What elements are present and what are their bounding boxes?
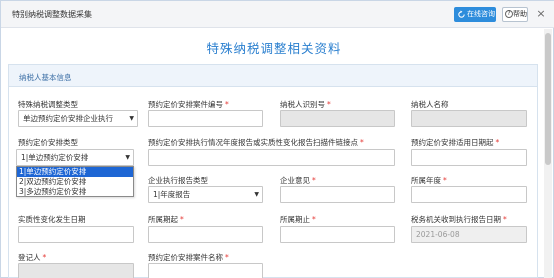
title-bar: 特别纳税调整数据采集 在线咨询 ? 帮助 ×	[1, 1, 554, 28]
report-type-select[interactable]: 1|年度报告 ▼	[148, 186, 263, 203]
question-icon: ?	[505, 10, 513, 18]
scan-link-label: 预约定价安排执行情况年度报告或实质性变化报告扫描件链接点 *	[148, 138, 364, 147]
online-consult-label: 在线咨询	[467, 10, 495, 18]
chevron-down-icon: ▼	[254, 191, 259, 198]
year-input[interactable]	[411, 186, 527, 203]
year-label: 所属年度 *	[411, 176, 447, 185]
registrant-input[interactable]	[18, 263, 134, 278]
refresh-icon	[458, 10, 465, 18]
receive-date-value: 2021-06-08	[416, 230, 460, 239]
period-end-input[interactable]	[280, 226, 395, 243]
case-no-input[interactable]	[148, 110, 263, 127]
apa-type-value: 1|单边预约定价安排	[21, 153, 89, 162]
dropdown-option[interactable]: 2|双边预约定价安排	[17, 177, 133, 187]
help-label: 帮助	[513, 10, 527, 18]
adjust-type-value: 单边预约定价安排企业执行	[23, 114, 113, 123]
close-button[interactable]: ×	[535, 8, 547, 20]
online-consult-button[interactable]: 在线咨询	[454, 7, 496, 22]
apa-type-label: 预约定价安排类型	[18, 138, 78, 147]
scrollbar-thumb[interactable]	[545, 33, 551, 165]
case-name-input[interactable]	[148, 263, 263, 278]
receive-date-input[interactable]: 2021-06-08	[411, 226, 527, 243]
scan-link-input[interactable]	[148, 149, 395, 166]
case-name-label: 预约定价安排案件名称 *	[148, 253, 229, 262]
opinion-label: 企业意见 *	[280, 176, 316, 185]
dropdown-option[interactable]: 1|单边预约定价安排	[17, 167, 133, 177]
opinion-input[interactable]	[280, 186, 395, 203]
taxpayer-name-input[interactable]	[411, 110, 527, 127]
chevron-down-icon: ▼	[129, 115, 134, 122]
adjust-type-select[interactable]: 单边预约定价安排企业执行 ▼	[18, 110, 138, 127]
receive-date-label: 税务机关收到执行报告日期 *	[411, 215, 507, 224]
dropdown-option[interactable]: 3|多边预约定价安排	[17, 187, 133, 197]
report-type-value: 1|年度报告	[153, 190, 191, 199]
report-type-label: 企业执行报告类型	[148, 176, 208, 185]
page-title: 特殊纳税调整相关资料	[206, 41, 342, 56]
chevron-down-icon: ▼	[125, 154, 130, 161]
window-title: 特别纳税调整数据采集	[12, 10, 92, 19]
case-no-label: 预约定价安排案件编号 *	[148, 100, 229, 109]
period-start-label: 所属期起 *	[148, 215, 184, 224]
start-date-input[interactable]	[411, 149, 527, 166]
change-date-label: 实质性变化发生日期	[18, 215, 86, 224]
registrant-label: 登记人 *	[18, 253, 47, 262]
taxpayer-name-label: 纳税人名称	[411, 100, 449, 109]
start-date-label: 预约定价安排适用日期起 *	[411, 138, 500, 147]
dialog-window: 特别纳税调整数据采集 在线咨询 ? 帮助 × 特殊纳税调整相关资料 纳税人基本信…	[0, 0, 554, 278]
section-title: 纳税人基本信息	[19, 73, 72, 82]
period-end-label: 所属期止 *	[280, 215, 316, 224]
period-start-input[interactable]	[148, 226, 263, 243]
taxpayer-id-label: 纳税人识别号 *	[280, 100, 331, 109]
panel-header: 纳税人基本信息	[9, 65, 537, 87]
help-button[interactable]: ? 帮助	[502, 7, 528, 22]
apa-type-dropdown-list: 1|单边预约定价安排 2|双边预约定价安排 3|多边预约定价安排	[16, 166, 134, 197]
change-date-input[interactable]	[18, 226, 134, 243]
adjust-type-label: 特殊纳税调整类型	[18, 100, 78, 109]
taxpayer-id-input[interactable]	[280, 110, 395, 127]
apa-type-select[interactable]: 1|单边预约定价安排 ▼	[16, 149, 134, 166]
